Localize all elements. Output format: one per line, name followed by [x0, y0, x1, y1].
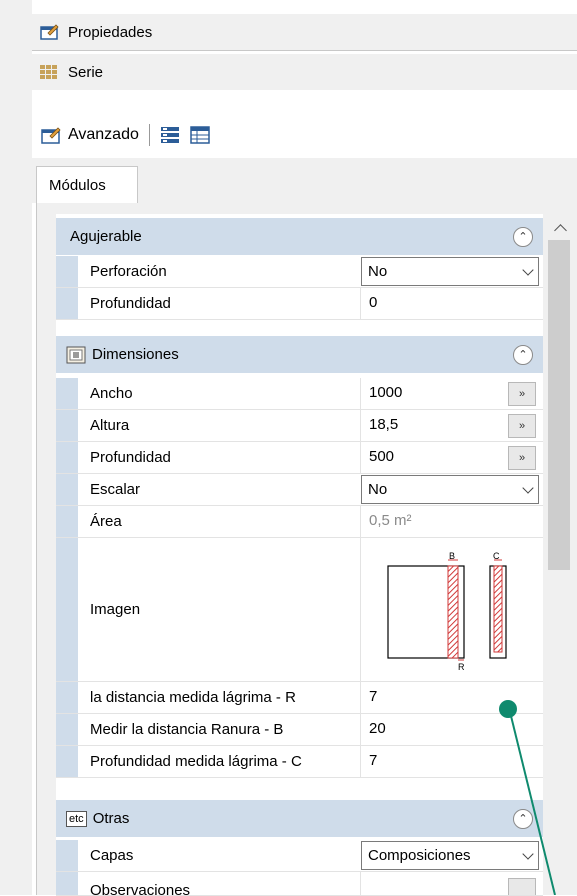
- annotation-dot: [499, 700, 517, 718]
- annotation-line: [510, 715, 556, 895]
- annotation-pointer: [499, 700, 556, 895]
